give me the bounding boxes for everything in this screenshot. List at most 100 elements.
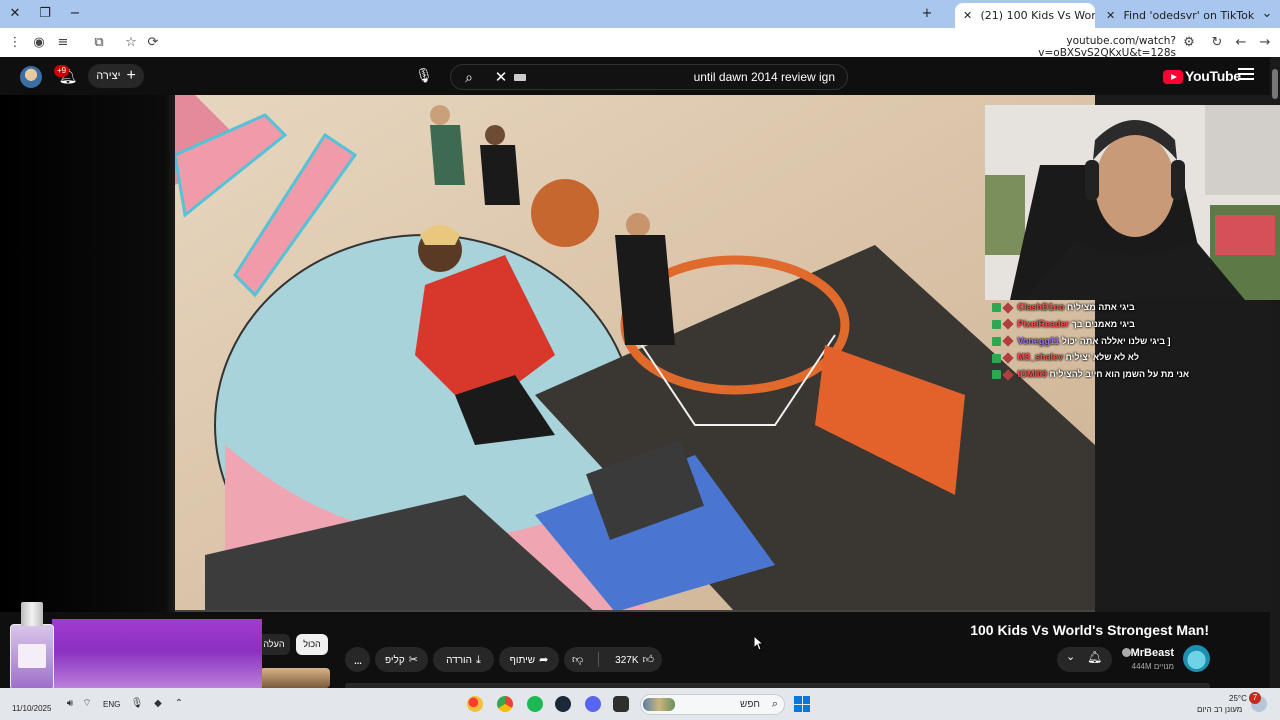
- chat-text: ביגי שלנו יאללה אתה יכול ]: [1061, 335, 1171, 346]
- youtube-header: 🔔︎ +9 יצירה + 🎙︎ ⌕ ✕ until dawn 2014 revi…: [0, 57, 1270, 95]
- video-frame[interactable]: [175, 95, 1095, 612]
- avatar[interactable]: [20, 66, 42, 88]
- close-window-icon[interactable]: ✕: [4, 4, 26, 24]
- badge-icon: [992, 370, 1001, 380]
- menu-dots-icon[interactable]: ⋮: [6, 34, 24, 52]
- search-input[interactable]: until dawn 2014 review ign: [694, 70, 835, 84]
- paint-app-icon[interactable]: [467, 696, 483, 712]
- bell-icon: 🔔︎: [1087, 650, 1103, 664]
- windows-start-icon[interactable]: [794, 696, 810, 712]
- share-button[interactable]: שיתוף ➦: [499, 647, 559, 672]
- perfume-ad-overlay[interactable]: [0, 600, 262, 700]
- like-button[interactable]: 327K 👍︎: [615, 647, 654, 673]
- url-field[interactable]: youtube.com/watch?v=oBXSvS2QKxU&t=128s: [940, 35, 1176, 59]
- site-settings-icon[interactable]: ⚙: [1180, 34, 1198, 52]
- steam-icon[interactable]: [555, 696, 571, 712]
- voice-search-mic-icon[interactable]: 🎙︎: [412, 64, 436, 88]
- badge-icon: [992, 353, 1001, 363]
- hamburger-menu-icon[interactable]: [1238, 68, 1254, 82]
- search-icon: ⌕: [771, 697, 778, 710]
- share-arrow-icon: ➦: [539, 653, 549, 666]
- extensions-icon[interactable]: ⧉: [90, 34, 108, 52]
- more-actions-button[interactable]: ...: [345, 647, 370, 672]
- tab-label: (21) 100 Kids Vs World's Str: [980, 9, 1096, 22]
- chevron-up-icon[interactable]: ⌃: [172, 696, 186, 712]
- chat-message: IOMI09 אני מת על השמן הוא חייב להציליח: [992, 366, 1192, 383]
- youtube-logo[interactable]: YouTube: [1163, 68, 1241, 85]
- chat-text: אני מת על השמן הוא חייב להציליח: [1049, 369, 1190, 380]
- clear-search-icon[interactable]: ✕: [491, 67, 511, 87]
- download-button[interactable]: הורדה ⤓: [433, 647, 494, 672]
- bookmark-star-icon[interactable]: ☆: [122, 34, 140, 52]
- spotify-icon[interactable]: [527, 696, 543, 712]
- notification-count-badge: 7: [1249, 692, 1261, 704]
- media-control-icon[interactable]: ≡: [54, 34, 72, 52]
- chrome-icon[interactable]: [497, 696, 513, 712]
- recommended-video-thumbnail[interactable]: [260, 668, 330, 688]
- keyboard-icon[interactable]: [514, 74, 526, 81]
- youtube-play-icon: [1163, 70, 1183, 84]
- dislike-button[interactable]: 👎︎: [572, 647, 583, 672]
- badge-icon: [992, 319, 1001, 329]
- reload-icon[interactable]: ↻: [1208, 34, 1226, 52]
- close-tab-icon[interactable]: ✕: [963, 3, 977, 28]
- back-icon[interactable]: ←: [1232, 34, 1250, 52]
- wifi-icon[interactable]: ⌔: [80, 696, 94, 712]
- chat-username: M3_shalev: [1017, 352, 1064, 363]
- channel-avatar[interactable]: [1183, 645, 1210, 672]
- verified-check-icon: [1122, 648, 1131, 657]
- chat-message: PixelReader ביגי מאמנים בך: [992, 316, 1192, 333]
- temperature[interactable]: 25°C: [1229, 694, 1247, 703]
- taskbar-search-input[interactable]: חפש: [740, 699, 760, 710]
- tab-search-icon[interactable]: ⌄: [1256, 4, 1278, 24]
- chat-message: ClashD1no ביגי אתה מציליח: [992, 299, 1192, 316]
- share-label: שיתוף: [509, 655, 536, 666]
- cast-icon[interactable]: ⟳: [144, 34, 162, 52]
- discord-icon[interactable]: [585, 696, 601, 712]
- terminal-icon[interactable]: [613, 696, 629, 712]
- address-bar: ⋮ ◉ ≡ ⧉ ☆ ⟳ youtube.com/watch?v=oBXSvS2Q…: [0, 28, 1280, 59]
- badge-icon: [992, 303, 1001, 313]
- weather-description[interactable]: מעונן רב היום: [1197, 705, 1242, 714]
- taskbar-search-box[interactable]: חפש ⌕: [640, 694, 785, 715]
- browser-tab-strip: ✕ ❐ − + ✕ (21) 100 Kids Vs World's Str ✕…: [0, 0, 1280, 28]
- forward-icon[interactable]: →: [1256, 34, 1274, 52]
- subscribed-button[interactable]: ⌄ 🔔︎: [1057, 647, 1112, 672]
- tab-label: Find 'odedsvr' on TikTok | TikTok: [1123, 9, 1257, 22]
- tab-tiktok[interactable]: ✕ Find 'odedsvr' on TikTok | TikTok: [1098, 3, 1256, 28]
- new-tab-icon[interactable]: +: [916, 4, 938, 24]
- clip-label: קליפ: [385, 655, 405, 666]
- close-tab-icon[interactable]: ✕: [1106, 3, 1120, 28]
- chip-uploads[interactable]: העלה: [258, 634, 290, 655]
- badge-icon: [1002, 352, 1014, 364]
- channel-name[interactable]: MrBeast: [1131, 647, 1174, 659]
- clip-button[interactable]: קליפ ✂: [375, 647, 428, 672]
- chat-text: ביגי אתה מציליח: [1067, 302, 1135, 312]
- language-indicator[interactable]: ENG: [103, 700, 120, 709]
- chat-text: ביגי מאמנים בך: [1071, 318, 1135, 329]
- download-label: הורדה: [446, 655, 472, 666]
- chevron-down-icon: ⌄: [1066, 650, 1076, 663]
- minimize-window-icon[interactable]: −: [64, 4, 86, 24]
- chat-username: PixelReader: [1017, 318, 1070, 329]
- restore-window-icon[interactable]: ❐: [34, 4, 56, 24]
- chip-all[interactable]: הכול: [296, 634, 328, 655]
- taskbar-date[interactable]: 11/10/2025: [12, 704, 51, 713]
- chat-message: M3_shalev לא לא שלא יציליח: [992, 349, 1192, 366]
- search-box[interactable]: ⌕ ✕ until dawn 2014 review ign: [450, 64, 848, 90]
- tab-youtube[interactable]: ✕ (21) 100 Kids Vs World's Str: [955, 3, 1095, 28]
- badge-icon: [1002, 301, 1014, 314]
- chat-text: לא לא שלא יציליח: [1065, 352, 1140, 363]
- search-icon[interactable]: ⌕: [459, 68, 479, 88]
- plus-icon: +: [126, 67, 136, 84]
- create-button[interactable]: יצירה +: [88, 64, 144, 88]
- windows-taskbar: 11/10/2025 🔊︎ ⌔ ENG 🎙︎ ◆ ⌃ חפש ⌕ 25°C מע…: [0, 688, 1280, 720]
- microphone-icon[interactable]: 🎙︎: [130, 696, 144, 712]
- profile-icon[interactable]: ◉: [30, 34, 48, 52]
- chat-message: Vonegg11 ביגי שלנו יאללה אתה יכול ]: [992, 333, 1192, 350]
- subscriber-count: 444M מנויים: [1131, 662, 1174, 671]
- volume-icon[interactable]: 🔊︎: [63, 696, 77, 712]
- badge-icon: [1002, 369, 1014, 381]
- ad-background-image: [52, 619, 262, 699]
- tray-app-icon[interactable]: ◆: [151, 696, 165, 712]
